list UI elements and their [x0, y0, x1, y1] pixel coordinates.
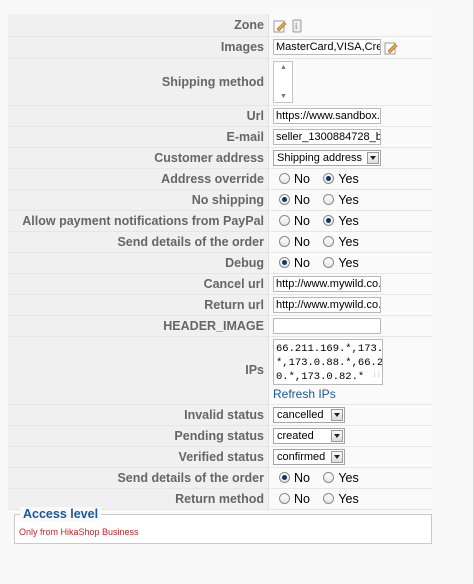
send-details-no-radio[interactable]: [279, 236, 290, 248]
scroll-down-icon[interactable]: ▼: [280, 93, 287, 100]
images-input[interactable]: MasterCard,VISA,Cred: [273, 39, 381, 55]
chevron-down-icon: [331, 408, 343, 421]
verified-status-value: confirmed: [277, 450, 326, 463]
ips-label: IPs: [8, 336, 269, 405]
chevron-down-icon: [331, 429, 343, 442]
radio-label-yes: Yes: [338, 234, 359, 249]
no-shipping-label: No shipping: [8, 189, 269, 211]
images-label: Images: [8, 36, 269, 59]
customer-address-select[interactable]: Shipping address: [273, 149, 382, 166]
pending-status-value: created: [277, 429, 314, 442]
send-details-yes-radio[interactable]: [323, 472, 335, 484]
radio-label-yes: Yes: [338, 213, 359, 228]
invalid-status-value: cancelled: [277, 408, 324, 421]
radio-label-yes: Yes: [338, 470, 359, 485]
edit-icon[interactable]: [273, 19, 287, 33]
no-shipping-yes-radio[interactable]: [323, 194, 335, 206]
shipping-method-listbox[interactable]: ▲ ▼: [273, 60, 293, 103]
cancel-url-label: Cancel url: [8, 273, 269, 295]
allow-notifications-label: Allow payment notifications from PayPal: [8, 210, 269, 232]
shipping-method-label: Shipping method: [8, 58, 269, 106]
radio-label-no: No: [294, 470, 310, 485]
radio-label-no: No: [294, 255, 310, 270]
pending-status-select[interactable]: created: [273, 427, 345, 444]
radio-label-no: No: [294, 192, 310, 207]
access-level-legend: Access level: [20, 507, 102, 521]
radio-label-yes: Yes: [338, 255, 359, 270]
payment-config-table: Zone i Images MasterCard,VISA,Cred Shipp…: [8, 14, 432, 510]
edit-icon[interactable]: [384, 41, 398, 54]
zone-label: Zone: [8, 14, 269, 37]
radio-label-no: No: [294, 171, 310, 186]
resize-grip-icon[interactable]: ⁞⁞: [373, 369, 381, 383]
address-override-label: Address override: [8, 168, 269, 190]
address-override-yes-radio[interactable]: [323, 173, 335, 185]
radio-label-no: No: [294, 234, 310, 249]
scroll-up-icon[interactable]: ▲: [280, 64, 287, 71]
allow-notifications-yes-radio[interactable]: [323, 215, 335, 227]
invalid-status-select[interactable]: cancelled: [273, 406, 345, 423]
radio-label-yes: Yes: [338, 491, 359, 506]
return-method-label: Return method: [8, 488, 269, 510]
debug-yes-radio[interactable]: [323, 257, 335, 269]
header-image-label: HEADER_IMAGE: [8, 315, 269, 337]
no-shipping-no-radio[interactable]: [279, 194, 290, 206]
radio-label-no: No: [294, 491, 310, 506]
verified-status-label: Verified status: [8, 446, 269, 468]
cancel-url-input[interactable]: http://www.mywild.co.u: [273, 275, 381, 292]
address-override-no-radio[interactable]: [279, 173, 290, 185]
allow-notifications-no-radio[interactable]: [279, 215, 290, 227]
send-details-yes-radio[interactable]: [323, 236, 335, 248]
customer-address-value: Shipping address: [277, 151, 363, 164]
refresh-ips-link[interactable]: Refresh IPs: [273, 387, 432, 401]
radio-label-yes: Yes: [338, 192, 359, 207]
return-method-yes-radio[interactable]: [323, 493, 335, 505]
return-url-input[interactable]: http://www.mywild.co.u: [273, 296, 381, 313]
chevron-down-icon: [331, 450, 343, 463]
send-details-no-radio[interactable]: [279, 472, 290, 484]
email-input[interactable]: seller_1300884728_b: [273, 128, 381, 145]
radio-label-no: No: [294, 213, 310, 228]
chevron-down-icon: [367, 151, 380, 164]
send-details-label: Send details of the order: [8, 231, 269, 253]
svg-text:i: i: [295, 22, 297, 31]
radio-label-yes: Yes: [338, 171, 359, 186]
email-label: E-mail: [8, 126, 269, 148]
debug-label: Debug: [8, 252, 269, 274]
invalid-status-label: Invalid status: [8, 404, 269, 426]
return-method-no-radio[interactable]: [279, 493, 290, 505]
ips-value: 66.211.169.*,173.0.84. *,173.0.88.*,66.2…: [276, 342, 383, 383]
ips-textarea[interactable]: 66.211.169.*,173.0.84. *,173.0.88.*,66.2…: [273, 338, 383, 385]
header-image-input[interactable]: [273, 317, 381, 334]
debug-no-radio[interactable]: [279, 257, 290, 269]
return-url-label: Return url: [8, 294, 269, 316]
info-icon[interactable]: i: [292, 19, 305, 33]
url-input[interactable]: https://www.sandbox.p: [273, 107, 381, 124]
verified-status-select[interactable]: confirmed: [273, 448, 345, 465]
url-label: Url: [8, 105, 269, 127]
access-note: Only from HikaShop Business: [19, 527, 139, 537]
send-details-label: Send details of the order: [8, 467, 269, 489]
pending-status-label: Pending status: [8, 425, 269, 447]
customer-address-label: Customer address: [8, 147, 269, 169]
